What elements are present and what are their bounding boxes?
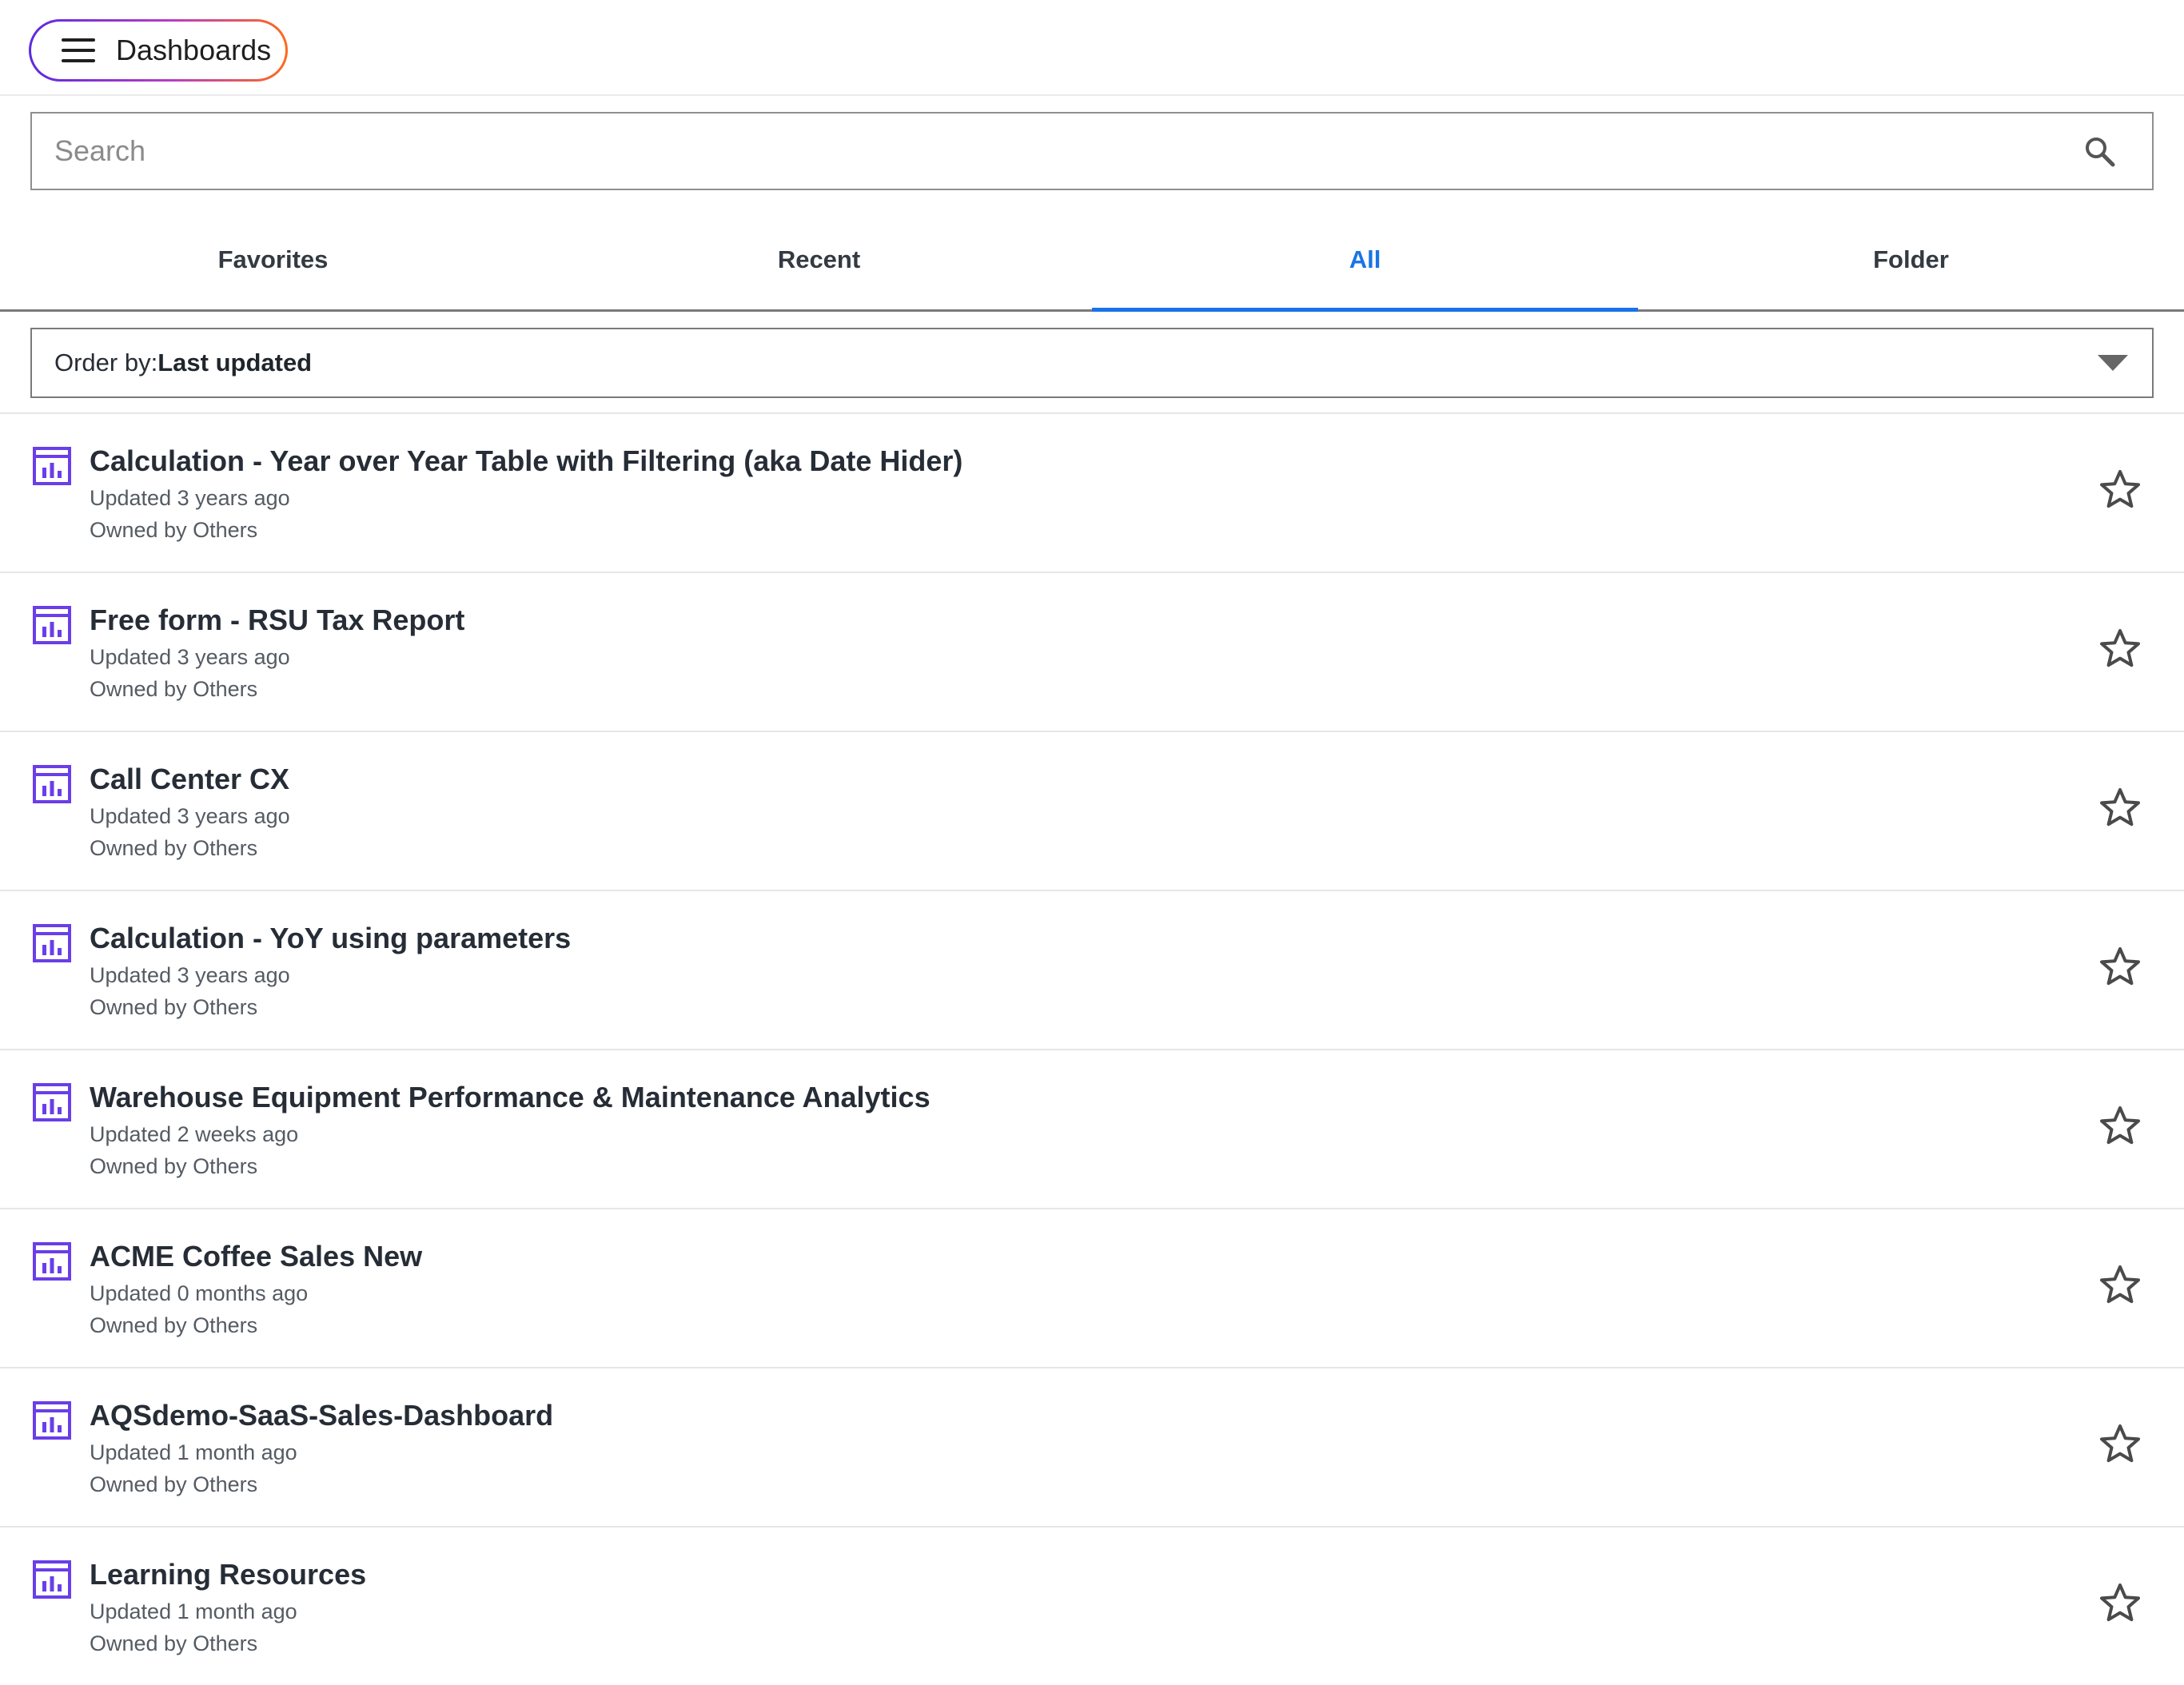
list-item[interactable]: Learning Resources Updated 1 month ago O… <box>0 1526 2184 1685</box>
tab-folder[interactable]: Folder <box>1638 209 2184 309</box>
list-item[interactable]: Free form - RSU Tax Report Updated 3 yea… <box>0 572 2184 731</box>
list-item[interactable]: Call Center CX Updated 3 years ago Owned… <box>0 731 2184 890</box>
star-icon[interactable] <box>2099 946 2141 987</box>
tab-recent[interactable]: Recent <box>546 209 1092 309</box>
item-updated: Updated 1 month ago <box>90 1599 297 1623</box>
chevron-down-icon <box>2098 355 2128 371</box>
hamburger-icon <box>62 38 95 62</box>
dashboard-chart-icon <box>32 446 72 486</box>
item-owner: Owned by Others <box>90 518 258 542</box>
dashboard-chart-icon <box>32 923 72 963</box>
item-owner: Owned by Others <box>90 836 258 860</box>
star-icon[interactable] <box>2099 1105 2141 1146</box>
tab-all[interactable]: All <box>1092 209 1638 312</box>
item-updated: Updated 0 months ago <box>90 1281 309 1305</box>
item-owner: Owned by Others <box>90 1313 258 1337</box>
star-icon[interactable] <box>2099 1423 2141 1464</box>
order-by-value: Last updated <box>157 349 313 376</box>
item-title: Calculation - Year over Year Table with … <box>90 444 963 477</box>
item-updated: Updated 3 years ago <box>90 486 290 510</box>
menu-title: Dashboards <box>116 34 272 66</box>
order-by-label: Order by: <box>54 349 158 376</box>
item-owner: Owned by Others <box>90 1631 258 1655</box>
dashboard-chart-icon <box>32 1241 72 1281</box>
search-icon[interactable] <box>2075 127 2123 175</box>
dashboard-chart-icon <box>32 764 72 804</box>
item-updated: Updated 2 weeks ago <box>90 1122 299 1146</box>
item-updated: Updated 3 years ago <box>90 963 290 987</box>
item-title: Learning Resources <box>90 1558 367 1591</box>
star-icon[interactable] <box>2099 627 2141 669</box>
dashboard-chart-icon <box>32 1082 72 1122</box>
item-title: Call Center CX <box>90 763 290 795</box>
item-updated: Updated 1 month ago <box>90 1440 297 1464</box>
item-title: Calculation - YoY using parameters <box>90 922 572 954</box>
item-updated: Updated 3 years ago <box>90 804 290 828</box>
list-item[interactable]: Calculation - Year over Year Table with … <box>0 412 2184 572</box>
star-icon[interactable] <box>2099 468 2141 510</box>
list-item[interactable]: AQSdemo-SaaS-Sales-Dashboard Updated 1 m… <box>0 1367 2184 1526</box>
star-icon[interactable] <box>2099 1264 2141 1305</box>
dashboard-list: Calculation - Year over Year Table with … <box>0 412 2184 1685</box>
dashboard-chart-icon <box>32 1400 72 1440</box>
item-title: AQSdemo-SaaS-Sales-Dashboard <box>90 1399 554 1432</box>
item-owner: Owned by Others <box>90 1472 258 1496</box>
item-updated: Updated 3 years ago <box>90 645 290 669</box>
search-input[interactable] <box>32 113 2075 189</box>
tab-bar: Favorites Recent All Folder <box>0 209 2184 312</box>
item-owner: Owned by Others <box>90 995 258 1019</box>
dashboard-chart-icon <box>32 605 72 645</box>
star-icon[interactable] <box>2099 787 2141 828</box>
star-icon[interactable] <box>2099 1582 2141 1623</box>
search-box <box>30 112 2154 190</box>
dashboard-chart-icon <box>32 1560 72 1599</box>
list-item[interactable]: Warehouse Equipment Performance & Mainte… <box>0 1049 2184 1208</box>
dashboards-menu-button-inner: Dashboards <box>31 22 285 79</box>
dashboards-menu-button[interactable]: Dashboards <box>29 19 288 82</box>
order-by-select[interactable]: Order by: Last updated <box>30 328 2154 398</box>
top-bar: Dashboards <box>0 0 2184 96</box>
item-owner: Owned by Others <box>90 1154 258 1178</box>
item-title: Warehouse Equipment Performance & Mainte… <box>90 1081 931 1113</box>
list-item[interactable]: Calculation - YoY using parameters Updat… <box>0 890 2184 1049</box>
item-title: Free form - RSU Tax Report <box>90 603 465 636</box>
list-item[interactable]: ACME Coffee Sales New Updated 0 months a… <box>0 1208 2184 1367</box>
tab-favorites[interactable]: Favorites <box>0 209 546 309</box>
item-owner: Owned by Others <box>90 677 258 701</box>
item-title: ACME Coffee Sales New <box>90 1240 423 1273</box>
